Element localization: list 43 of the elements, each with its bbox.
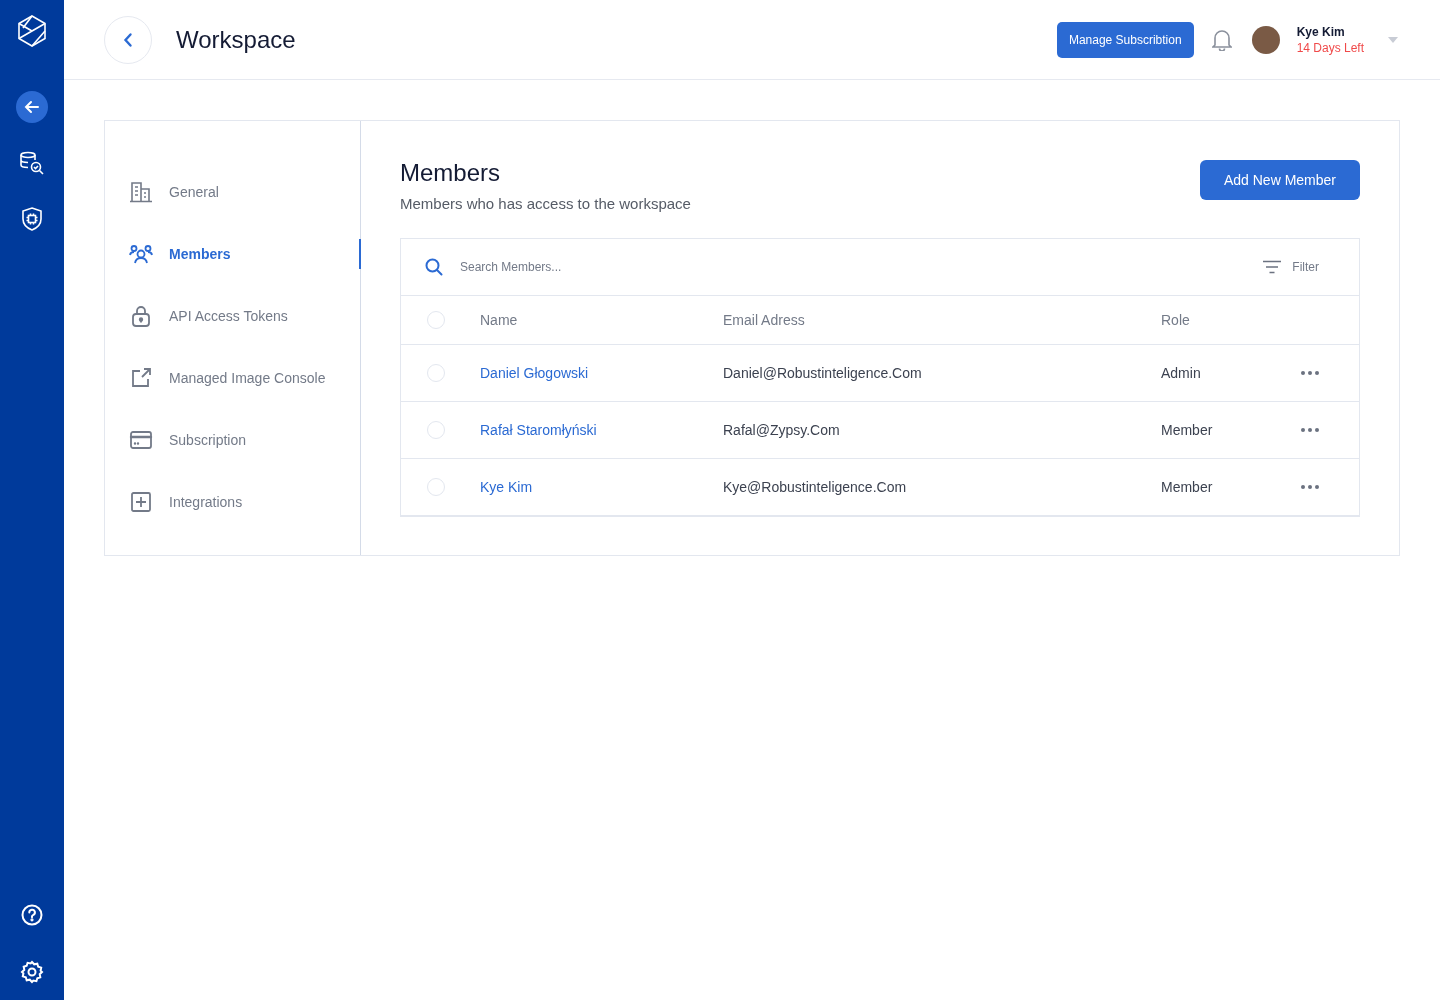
role-cell-text: Member [1161, 422, 1214, 438]
bell-icon[interactable] [1211, 28, 1232, 51]
more-options-icon[interactable] [1301, 428, 1319, 432]
role-cell-text: Admin [1161, 365, 1202, 381]
help-icon[interactable] [21, 904, 43, 926]
column-header: Email Adress [723, 312, 806, 328]
hexagon-logo-icon [17, 15, 47, 47]
avatar[interactable] [1251, 25, 1280, 54]
padlock-icon [129, 304, 153, 328]
member-name-link[interactable]: Kye Kim [480, 479, 723, 495]
nav-item[interactable]: Integrations [105, 471, 360, 533]
nav-item[interactable]: General [105, 161, 360, 223]
section-title: Members [400, 159, 502, 187]
add-member-button[interactable]: Add New Member [1199, 160, 1360, 200]
people-icon [129, 244, 153, 264]
nav-item[interactable]: Members [105, 223, 360, 285]
nav-item[interactable]: API Access Tokens [105, 285, 360, 347]
page-title: Workspace [176, 25, 296, 54]
member-name-link[interactable]: Daniel Głogowski [480, 365, 723, 381]
external-link-icon [129, 366, 153, 390]
nav-item[interactable]: Subscription [105, 409, 360, 471]
filter-button[interactable]: Filter [1262, 260, 1319, 274]
section-subtitle: Members who has access to the workspace [400, 195, 691, 212]
email-cell-text: Daniel@Robustinteligence.Com [723, 365, 923, 381]
more-options-icon[interactable] [1301, 371, 1319, 375]
email-cell-text: Kye@Robustinteligence.Com [723, 479, 908, 495]
plus-square-icon [129, 490, 153, 514]
member-name-link[interactable]: Rafał Staromłyński [480, 422, 723, 438]
card-icon [129, 429, 153, 451]
role-cell-text: Member [1161, 479, 1214, 495]
trial-days-left: 14 Days Left [1296, 40, 1364, 55]
manage-subscription-button[interactable]: Manage Subscribtion [1056, 21, 1194, 58]
search-icon [425, 258, 443, 276]
chevron-left-icon [123, 31, 133, 48]
column-header: Name [480, 312, 519, 328]
filter-icon [1262, 260, 1283, 274]
email-cell-text: Rafal@Zypsy.Com [723, 422, 841, 438]
column-header: Role [1161, 312, 1191, 328]
building-icon [129, 181, 153, 203]
more-options-icon[interactable] [1301, 485, 1319, 489]
user-name: Kye Kim [1296, 24, 1346, 39]
settings-icon[interactable] [20, 960, 44, 984]
nav-item[interactable]: Managed Image Console [105, 347, 360, 409]
